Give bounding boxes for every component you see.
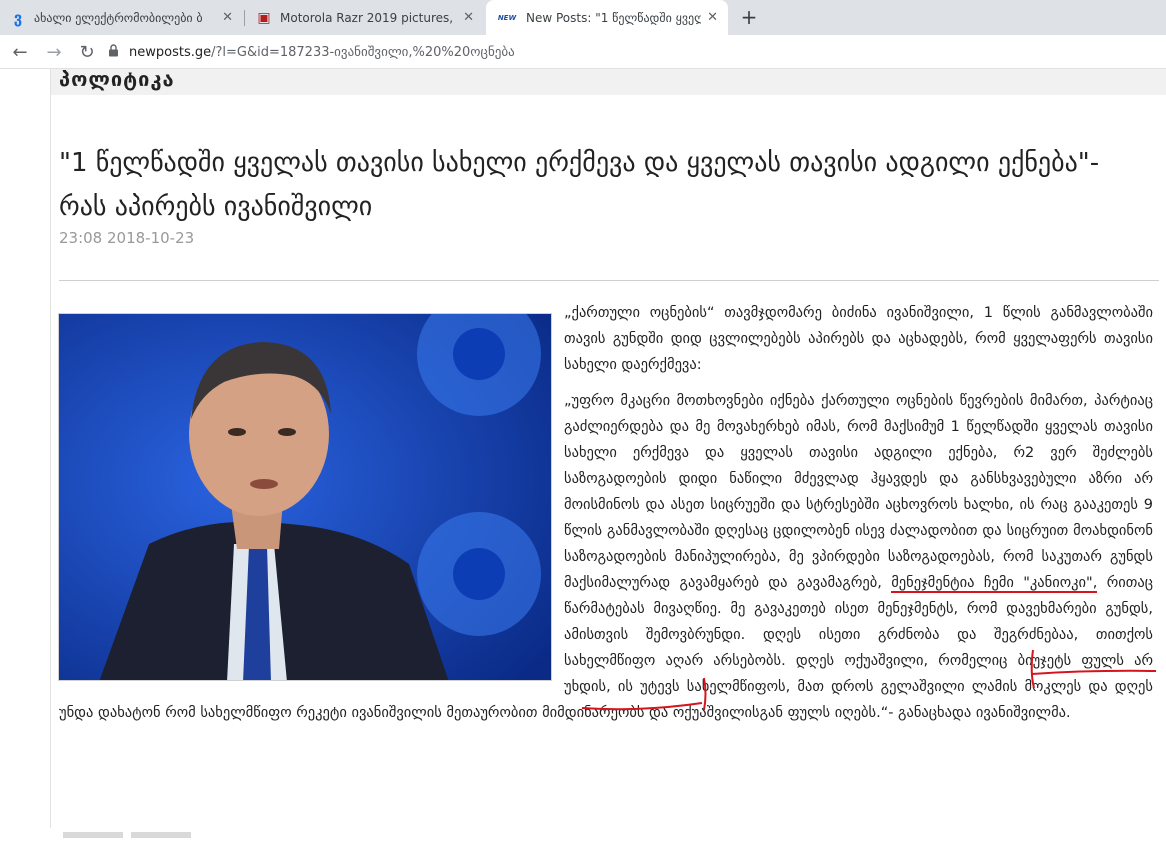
article-body: „ქართული ოცნების“ თავმჯდომარე ბიძინა ივა…: [59, 300, 1153, 736]
web-page: პოლიტიკა "1 წელწადში ყველას თავისი სახელ…: [0, 67, 1166, 838]
tab-separator: [244, 10, 245, 26]
forward-button[interactable]: →: [42, 40, 66, 64]
highlighted-phrase: მენეჯმენტია ჩემი "კანიოკი",: [891, 575, 1098, 593]
share-button-placeholder[interactable]: [131, 832, 191, 838]
site-favicon-icon: ვ: [13, 8, 23, 27]
tab-title: Motorola Razr 2019 pictures, offi: [280, 10, 458, 25]
category-bar: პოლიტიკა: [51, 67, 1166, 95]
bottom-share-buttons: [63, 823, 263, 838]
url-host: newposts.ge: [129, 44, 212, 60]
newposts-favicon-icon: NEW: [497, 13, 517, 22]
tab-title: ახალი ელექტრომობილები ბ: [34, 10, 203, 25]
url-path: /?l=G&id=187233-ივანიშვილი,%20%20ოცნება: [211, 44, 515, 60]
tab-strip: ვ ახალი ელექტრომობილები ბ ✕ ▣ Motorola R…: [0, 0, 1166, 35]
quote-text-part1: „უფრო მკაცრი მოთხოვნები იქნება ქართული ო…: [564, 393, 1153, 591]
browser-toolbar: ← → ↻ newposts.ge/?l=G&id=187233-ივანიშვ…: [0, 35, 1166, 69]
article-date: 23:08 2018-10-23: [59, 229, 195, 247]
close-tab-icon[interactable]: ✕: [222, 10, 233, 25]
category-label[interactable]: პოლიტიკა: [59, 67, 175, 91]
new-tab-button[interactable]: +: [737, 5, 761, 29]
close-tab-icon[interactable]: ✕: [707, 10, 718, 25]
tab-electric-cars[interactable]: ვ ახალი ელექტრომობილები ბ ✕: [0, 0, 243, 35]
address-bar[interactable]: newposts.ge/?l=G&id=187233-ივანიშვილი,%2…: [108, 39, 1158, 65]
close-tab-icon[interactable]: ✕: [463, 10, 474, 25]
tab-motorola[interactable]: ▣ Motorola Razr 2019 pictures, offi ✕: [246, 0, 484, 35]
article-container: პოლიტიკა "1 წელწადში ყველას თავისი სახელ…: [50, 67, 1166, 838]
page-gutter: [0, 69, 50, 828]
article-title: "1 წელწადში ყველას თავისი სახელი ერქმევა…: [59, 148, 1100, 222]
gsmarena-favicon-icon: ▣: [257, 9, 271, 26]
divider: [59, 280, 1159, 281]
tab-new-posts[interactable]: NEW New Posts: "1 წელწადში ყველ ✕: [486, 0, 728, 35]
tab-title: New Posts: "1 წელწადში ყველ: [526, 10, 702, 25]
lock-icon: [108, 44, 119, 60]
back-button[interactable]: ←: [8, 40, 32, 64]
photo-spacer: [59, 300, 564, 686]
share-button-placeholder[interactable]: [63, 832, 123, 838]
reload-button[interactable]: ↻: [75, 40, 99, 64]
